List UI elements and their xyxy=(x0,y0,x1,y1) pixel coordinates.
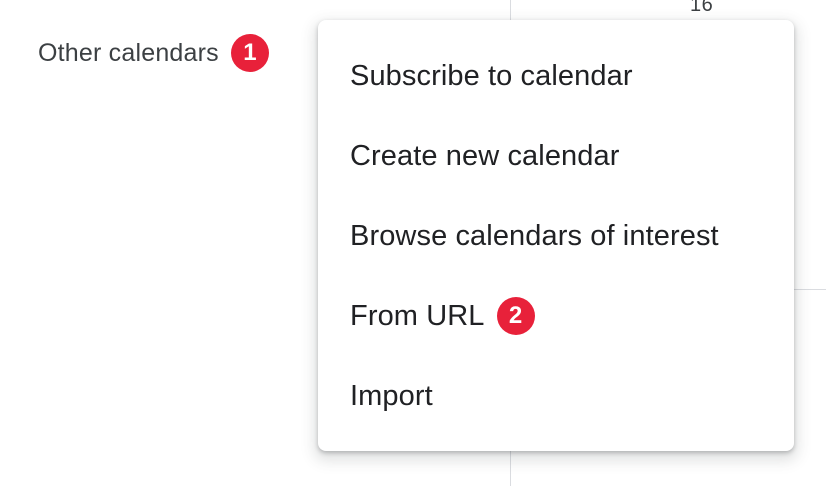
other-calendars-header[interactable]: Other calendars 1 xyxy=(38,34,269,72)
menu-item-subscribe-to-calendar[interactable]: Subscribe to calendar xyxy=(318,36,794,116)
step-badge-2: 2 xyxy=(496,297,535,335)
menu-item-browse-calendars-of-interest[interactable]: Browse calendars of interest xyxy=(318,196,794,276)
menu-item-label: Import xyxy=(350,379,433,412)
menu-item-label: Create new calendar xyxy=(350,139,620,172)
menu-item-import[interactable]: Import xyxy=(318,356,794,436)
menu-item-label: Browse calendars of interest xyxy=(350,219,719,252)
calendar-day-number: 16 xyxy=(690,0,714,16)
other-calendars-label: Other calendars xyxy=(38,38,219,67)
menu-item-create-new-calendar[interactable]: Create new calendar xyxy=(318,116,794,196)
calendar-grid-horizontal-line xyxy=(790,289,826,290)
menu-item-label: Subscribe to calendar xyxy=(350,59,633,92)
menu-item-label: From URL xyxy=(350,299,485,332)
menu-item-from-url[interactable]: From URL 2 xyxy=(318,276,794,356)
step-badge-1: 1 xyxy=(230,34,269,72)
other-calendars-menu: Subscribe to calendar Create new calenda… xyxy=(318,20,794,451)
